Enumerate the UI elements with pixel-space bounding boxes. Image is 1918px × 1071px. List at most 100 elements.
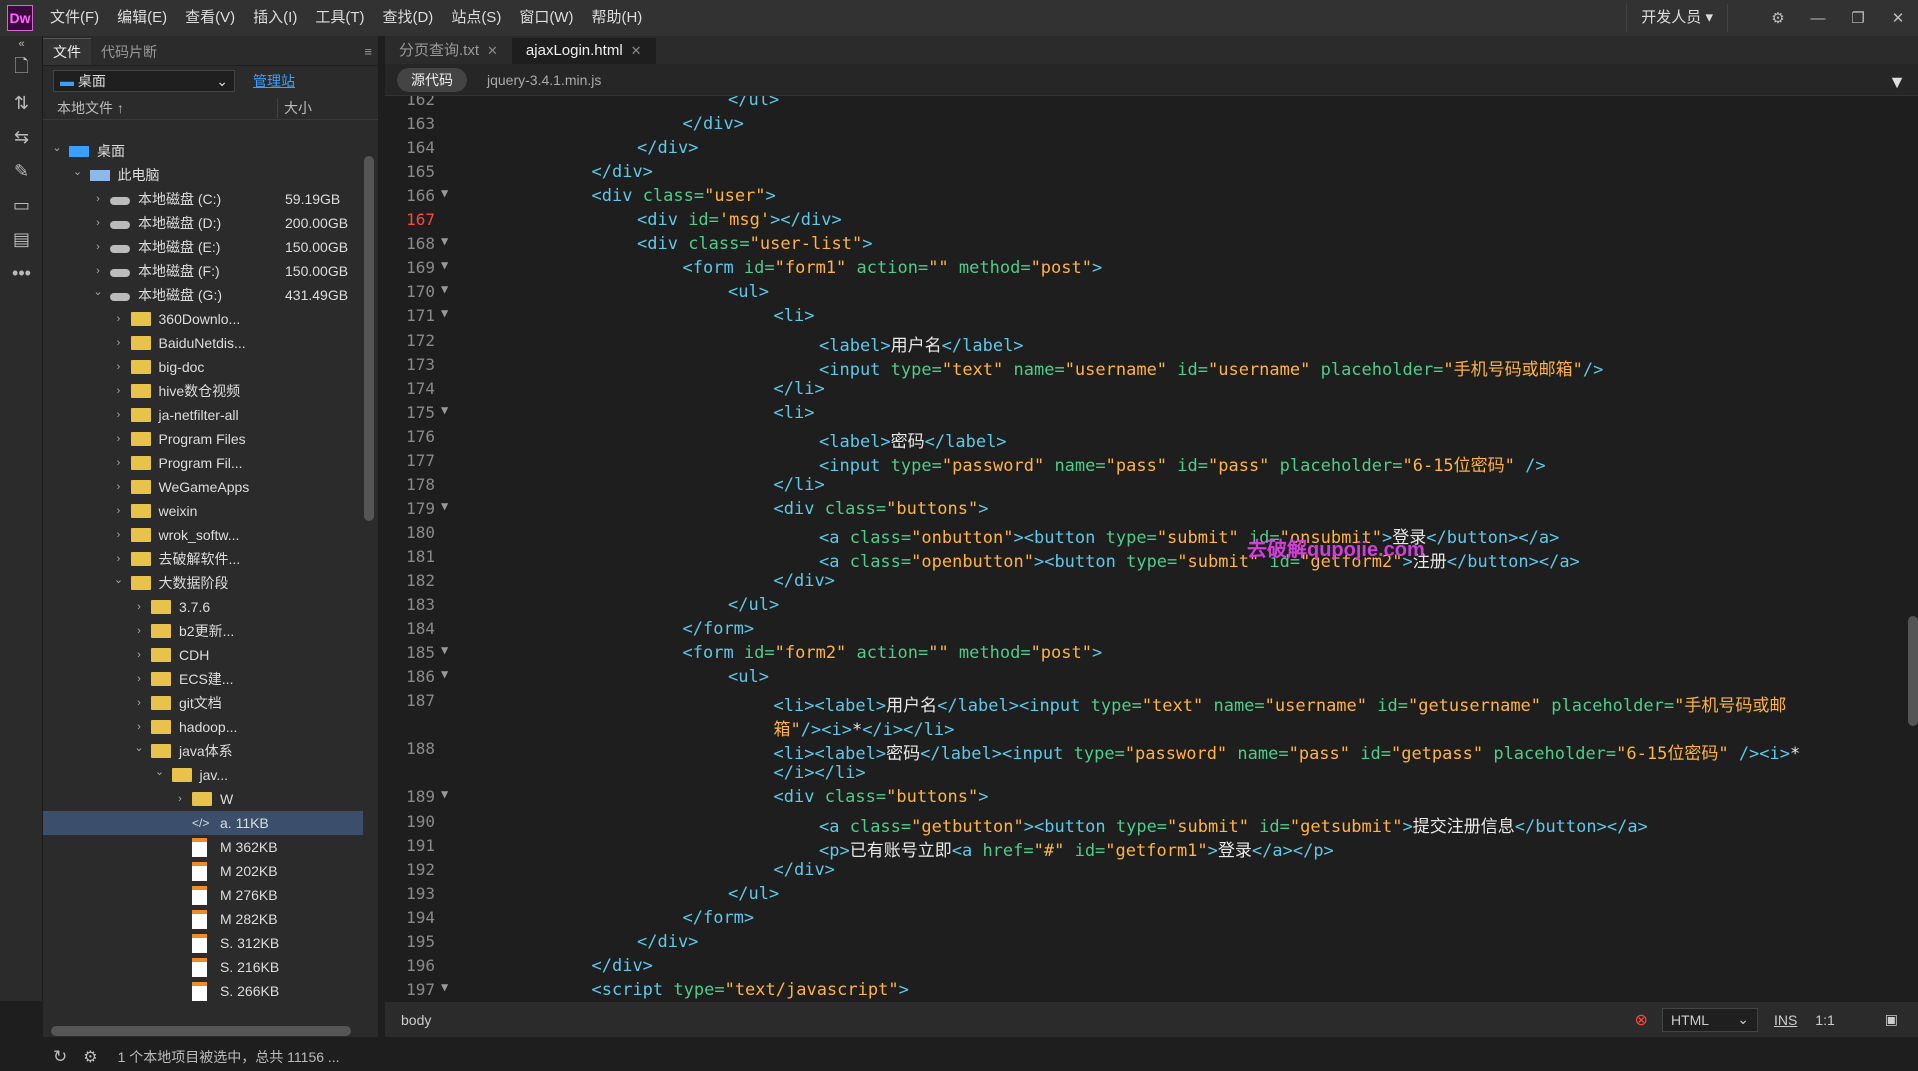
expand-arrow-icon[interactable]: ›	[92, 265, 104, 277]
column-size[interactable]: 大小	[277, 97, 312, 118]
preview-icon[interactable]: ▣	[1885, 1011, 1898, 1028]
expand-arrow-icon[interactable]: ›	[113, 481, 125, 493]
menu-item-8[interactable]: 帮助(H)	[582, 0, 651, 36]
expand-arrow-icon[interactable]: ›	[133, 697, 145, 709]
fold-toggle-icon[interactable]: ▼	[441, 282, 448, 296]
menu-item-0[interactable]: 文件(F)	[41, 0, 108, 36]
tree-row[interactable]: › 本地磁盘 (E:) 150.00GB	[43, 235, 363, 259]
tree-row[interactable]: ⌄ 大数据阶段	[43, 571, 363, 595]
connect-icon[interactable]: ⚙	[83, 1047, 97, 1067]
expand-arrow-icon[interactable]: ›	[113, 337, 125, 349]
expand-arrow-icon[interactable]: ⌄	[51, 141, 63, 154]
settings-icon[interactable]: ⚙	[1758, 9, 1798, 27]
tree-row[interactable]: S. 266KB	[43, 979, 363, 1003]
expand-arrow-icon[interactable]: ⌄	[72, 165, 84, 178]
tree-row[interactable]: ⌄ 此电脑	[43, 163, 363, 187]
tree-row[interactable]: M 202KB	[43, 859, 363, 883]
code-view[interactable]: 162 </ul> 163 </div> 164 </div> 165 </div> 166 ▼ <…	[385, 96, 1918, 1006]
expand-arrow-icon[interactable]: ›	[113, 529, 125, 541]
expand-arrow-icon[interactable]: ›	[92, 241, 104, 253]
menu-item-5[interactable]: 查找(D)	[373, 0, 442, 36]
fold-toggle-icon[interactable]: ▼	[441, 186, 448, 200]
tree-row[interactable]: ⌄ java体系	[43, 739, 363, 763]
expand-arrow-icon[interactable]: ›	[133, 673, 145, 685]
more-icon[interactable]: •••	[0, 256, 43, 290]
minimize-icon[interactable]: —	[1798, 10, 1838, 27]
fold-toggle-icon[interactable]: ▼	[441, 234, 448, 248]
tree-row[interactable]: › WeGameApps	[43, 475, 363, 499]
tree-row[interactable]: › ECS建...	[43, 667, 363, 691]
file-transfer-icon[interactable]: ⇅	[0, 86, 43, 120]
paint-icon[interactable]: ✎	[0, 154, 43, 188]
panel-menu-icon[interactable]: ≡	[364, 39, 372, 65]
tree-row[interactable]: › 去破解软件...	[43, 547, 363, 571]
tree-row[interactable]: › hive数仓视频	[43, 379, 363, 403]
tree-row[interactable]: › BaiduNetdis...	[43, 331, 363, 355]
menu-item-7[interactable]: 窗口(W)	[510, 0, 582, 36]
menu-item-6[interactable]: 站点(S)	[442, 0, 510, 36]
tree-row[interactable]: › big-doc	[43, 355, 363, 379]
tree-row[interactable]: M 276KB	[43, 883, 363, 907]
tree-row[interactable]: ⌄ jav...	[43, 763, 363, 787]
format-source-icon[interactable]: ⇆	[0, 120, 43, 154]
expand-arrow-icon[interactable]: ›	[133, 721, 145, 733]
tree-row[interactable]: › Program Fil...	[43, 451, 363, 475]
tree-row[interactable]: M 362KB	[43, 835, 363, 859]
expand-arrow-icon[interactable]: ›	[174, 793, 186, 805]
expand-arrow-icon[interactable]: ›	[133, 649, 145, 661]
menu-item-2[interactable]: 查看(V)	[176, 0, 244, 36]
collapse-icon[interactable]: «	[0, 36, 43, 52]
menu-item-3[interactable]: 插入(I)	[244, 0, 306, 36]
manage-sites-link[interactable]: 管理站	[253, 71, 295, 91]
expand-arrow-icon[interactable]: ›	[113, 553, 125, 565]
tree-row[interactable]: M 282KB	[43, 907, 363, 931]
expand-arrow-icon[interactable]: ⌄	[154, 765, 166, 778]
expand-arrow-icon[interactable]: ⌄	[92, 285, 104, 298]
fold-toggle-icon[interactable]: ▼	[441, 643, 448, 657]
open-document-icon[interactable]: 🗋	[0, 52, 43, 86]
tree-row[interactable]: › b2更新...	[43, 619, 363, 643]
fold-toggle-icon[interactable]: ▼	[441, 306, 448, 320]
document-tab[interactable]: 分页查询.txt ✕	[385, 38, 512, 64]
tree-row[interactable]: › 本地磁盘 (F:) 150.00GB	[43, 259, 363, 283]
comment-icon[interactable]: ▭	[0, 188, 43, 222]
snippet-icon[interactable]: ▤	[0, 222, 43, 256]
fold-toggle-icon[interactable]: ▼	[441, 258, 448, 272]
tree-row[interactable]: › W	[43, 787, 363, 811]
site-select[interactable]: ▬ 桌面 ⌄	[53, 70, 235, 92]
close-tab-icon[interactable]: ✕	[487, 43, 498, 58]
tree-row[interactable]: › git文档	[43, 691, 363, 715]
filter-icon[interactable]: ▼	[1888, 72, 1906, 93]
tree-row[interactable]: ⌄ 本地磁盘 (G:) 431.49GB	[43, 283, 363, 307]
expand-arrow-icon[interactable]: ›	[113, 505, 125, 517]
tree-row[interactable]: S. 216KB	[43, 955, 363, 979]
column-local-files[interactable]: 本地文件 ↑	[57, 98, 277, 118]
refresh-icon[interactable]: ↻	[53, 1047, 67, 1067]
fold-toggle-icon[interactable]: ▼	[441, 667, 448, 681]
tree-row[interactable]: › 本地磁盘 (D:) 200.00GB	[43, 211, 363, 235]
menu-item-4[interactable]: 工具(T)	[306, 0, 373, 36]
tree-horizontal-scrollbar[interactable]	[51, 1026, 351, 1036]
close-tab-icon[interactable]: ✕	[631, 43, 642, 58]
tree-row[interactable]: › ja-netfilter-all	[43, 403, 363, 427]
restore-icon[interactable]: ❐	[1838, 9, 1878, 27]
expand-arrow-icon[interactable]: ›	[113, 457, 125, 469]
tree-row[interactable]: › 3.7.6	[43, 595, 363, 619]
expand-arrow-icon[interactable]: ⌄	[133, 741, 145, 754]
expand-arrow-icon[interactable]: ›	[133, 601, 145, 613]
expand-arrow-icon[interactable]: ›	[92, 193, 104, 205]
expand-arrow-icon[interactable]: ›	[113, 361, 125, 373]
tree-row[interactable]: › weixin	[43, 499, 363, 523]
menu-item-1[interactable]: 编辑(E)	[108, 0, 176, 36]
tree-row[interactable]: </> a. 11KB	[43, 811, 363, 835]
tab-files[interactable]: 文件	[43, 38, 91, 65]
expand-arrow-icon[interactable]: ›	[113, 313, 125, 325]
editor-scrollbar[interactable]	[1908, 616, 1918, 726]
expand-arrow-icon[interactable]: ›	[113, 433, 125, 445]
tree-row[interactable]: ⌄ 桌面	[43, 139, 363, 163]
tree-row[interactable]: › CDH	[43, 643, 363, 667]
fold-toggle-icon[interactable]: ▼	[441, 403, 448, 417]
tree-row[interactable]: › Program Files	[43, 427, 363, 451]
expand-arrow-icon[interactable]: ›	[133, 625, 145, 637]
tree-row[interactable]: S. 312KB	[43, 931, 363, 955]
